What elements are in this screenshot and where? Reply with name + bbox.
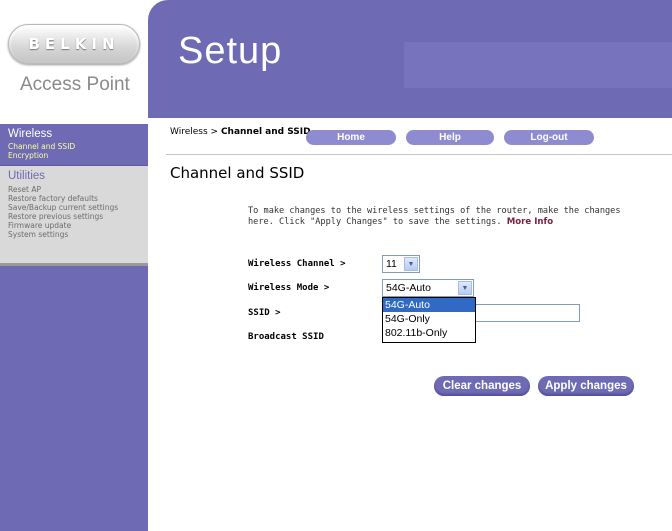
sidebar-item-restore-factory-defaults[interactable]: Restore factory defaults <box>8 194 98 203</box>
sidebar-item-system-settings[interactable]: System settings <box>8 230 68 239</box>
section-title: Channel and SSID <box>170 164 305 182</box>
home-button[interactable]: Home <box>306 130 396 145</box>
sidebar-item-encryption[interactable]: Encryption <box>8 151 48 160</box>
sidebar-item-channel-and-ssid[interactable]: Channel and SSID <box>8 142 75 151</box>
sidebar-item-restore-previous-settings[interactable]: Restore previous settings <box>8 212 103 221</box>
main-content: Wireless > Channel and SSID Home Help Lo… <box>148 118 672 531</box>
title-banner: Setup <box>148 0 672 118</box>
apply-changes-button[interactable]: Apply changes <box>538 376 634 396</box>
sidebar-heading-wireless[interactable]: Wireless <box>8 128 52 140</box>
breadcrumb: Wireless > Channel and SSID <box>170 127 311 137</box>
ssid-input[interactable] <box>466 304 580 322</box>
logo-panel: BELKIN Access Point <box>0 0 148 118</box>
clear-changes-button[interactable]: Clear changes <box>434 376 530 396</box>
sidebar-section-wireless: Wireless Channel and SSID Encryption <box>0 124 148 166</box>
ssid-label: SSID > <box>248 308 281 318</box>
header-divider <box>166 154 672 155</box>
breadcrumb-current: Channel and SSID <box>220 127 311 137</box>
mode-option-54g-auto[interactable]: 54G-Auto <box>383 298 475 312</box>
chevron-down-icon[interactable]: ▼ <box>458 281 472 295</box>
intro-text: To make changes to the wireless settings… <box>248 206 648 228</box>
sidebar-item-firmware-update[interactable]: Firmware update <box>8 221 71 230</box>
sidebar-item-reset-ap[interactable]: Reset AP <box>8 185 41 194</box>
product-name: Access Point <box>20 74 130 95</box>
sidebar: Wireless Channel and SSID Encryption Uti… <box>0 118 148 531</box>
wireless-channel-label: Wireless Channel > <box>248 259 346 269</box>
page-title: Setup <box>178 30 283 72</box>
breadcrumb-section[interactable]: Wireless <box>170 127 208 137</box>
broadcast-ssid-label: Broadcast SSID <box>248 332 324 342</box>
wireless-mode-select[interactable]: 54G-Auto ▼ <box>382 279 474 297</box>
breadcrumb-separator: > <box>207 127 221 137</box>
header: BELKIN Access Point Setup <box>0 0 672 118</box>
intro-body: To make changes to the wireless settings… <box>248 206 621 227</box>
wireless-mode-label: Wireless Mode > <box>248 283 330 293</box>
wireless-mode-dropdown-list[interactable]: 54G-Auto 54G-Only 802.11b-Only <box>382 297 476 343</box>
chevron-down-icon[interactable]: ▼ <box>404 257 418 271</box>
belkin-logo[interactable]: BELKIN <box>8 24 140 64</box>
sidebar-item-save-backup-settings[interactable]: Save/Backup current settings <box>8 203 118 212</box>
mode-option-802-11b-only[interactable]: 802.11b-Only <box>383 326 475 340</box>
sidebar-heading-utilities[interactable]: Utilities <box>8 170 45 182</box>
mode-option-54g-only[interactable]: 54G-Only <box>383 312 475 326</box>
logout-button[interactable]: Log-out <box>504 130 594 145</box>
banner-stripe <box>404 42 672 88</box>
sidebar-section-utilities: Utilities Reset AP Restore factory defau… <box>0 166 148 266</box>
wireless-channel-value: 11 <box>386 258 397 270</box>
wireless-mode-value: 54G-Auto <box>386 282 431 294</box>
help-button[interactable]: Help <box>406 130 494 145</box>
wireless-channel-select[interactable]: 11 ▼ <box>382 255 420 273</box>
more-info-link[interactable]: More Info <box>507 217 553 227</box>
